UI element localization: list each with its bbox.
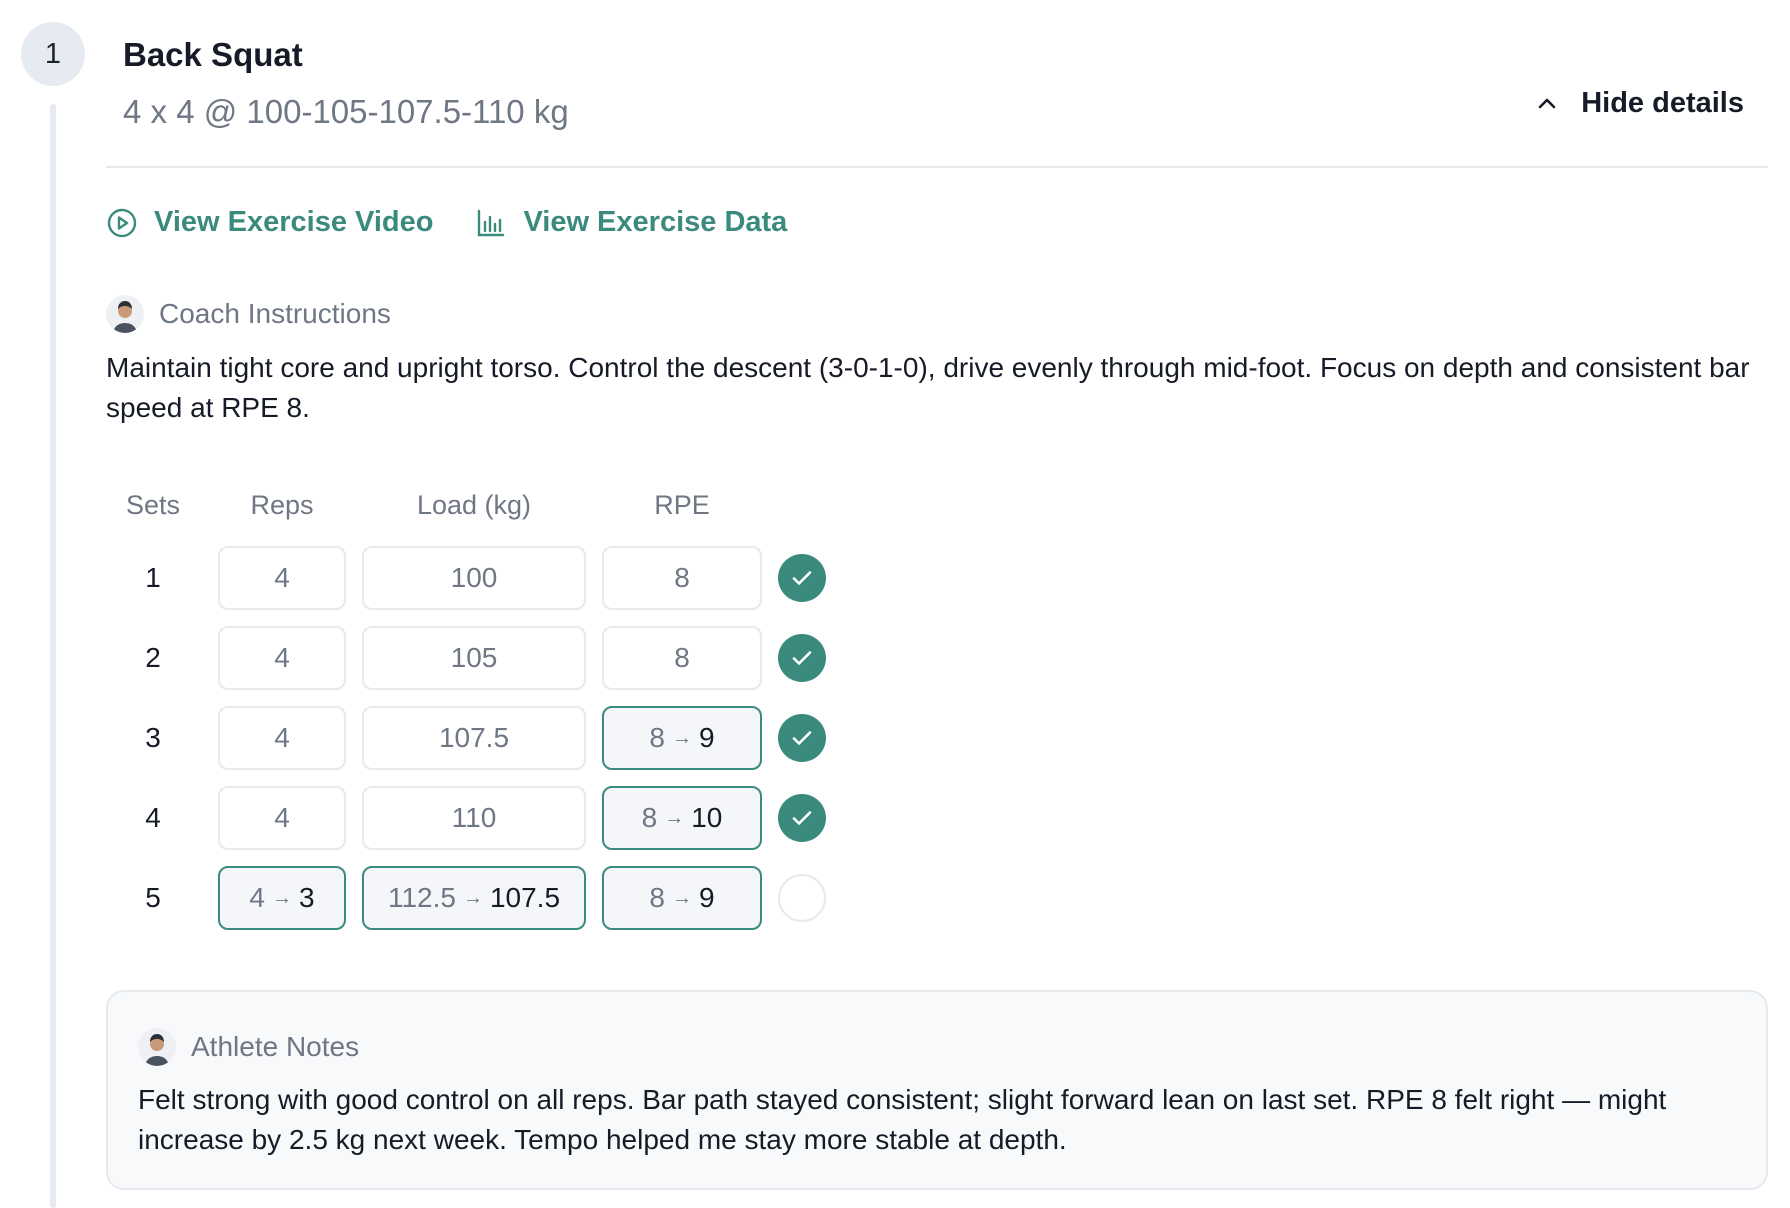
coach-instructions-header: Coach Instructions	[106, 295, 391, 333]
athlete-notes-header: Athlete Notes	[138, 1028, 359, 1066]
chevron-up-icon	[1538, 98, 1556, 108]
coach-avatar	[106, 295, 144, 333]
check-icon	[792, 731, 812, 745]
reps-input[interactable]: 4	[218, 786, 346, 850]
set-number: 2	[145, 642, 161, 673]
set-complete-toggle-empty[interactable]	[778, 874, 826, 922]
load-input[interactable]: 110	[362, 786, 586, 850]
change-arrow-icon: →	[672, 886, 692, 909]
load-value: 100	[450, 562, 498, 593]
header-rpe: RPE	[654, 490, 710, 520]
header-load: Load (kg)	[416, 490, 532, 520]
athlete-notes-text: Felt strong with good control on all rep…	[138, 1084, 1667, 1155]
reps-actual-value: 3	[299, 882, 315, 913]
coach-instructions-text: Maintain tight core and upright torso. C…	[106, 352, 1750, 423]
load-input[interactable]: 100	[362, 546, 586, 610]
load-planned-value: 112.5	[387, 882, 456, 913]
reps-value: 4	[274, 722, 290, 753]
load-value: 107.5	[438, 722, 510, 753]
set-complete-toggle[interactable]	[778, 634, 826, 682]
reps-value: 4	[274, 562, 290, 593]
view-exercise-data-link[interactable]: View Exercise Data	[475, 206, 787, 239]
check-icon	[792, 811, 812, 825]
rpe-actual-value: 9	[699, 722, 715, 753]
change-arrow-icon: →	[462, 886, 483, 909]
rpe-input[interactable]: 8	[602, 546, 762, 610]
reps-value: 4	[274, 642, 290, 673]
view-exercise-video-label: View Exercise Video	[154, 206, 434, 238]
set-number: 4	[145, 802, 161, 833]
check-icon	[792, 651, 812, 665]
change-arrow-icon: →	[664, 806, 685, 829]
coach-instructions-label: Coach Instructions	[159, 298, 391, 329]
reps-input-changed[interactable]: 4 → 3	[218, 866, 346, 930]
load-input[interactable]: 105	[362, 626, 586, 690]
rpe-planned-value: 8	[641, 802, 658, 833]
rpe-actual-value: 9	[699, 882, 715, 913]
hide-details-button[interactable]: Hide details	[1535, 87, 1744, 120]
reps-input[interactable]: 4	[218, 626, 346, 690]
exercise-links: View Exercise Video View Exercise Data	[106, 206, 787, 239]
step-number-badge: 1	[21, 22, 85, 86]
rpe-input[interactable]: 8	[602, 626, 762, 690]
check-icon	[792, 571, 812, 585]
step-rail	[50, 104, 56, 1208]
step-number: 1	[44, 37, 62, 70]
rpe-input-changed[interactable]: 8 → 10	[602, 786, 762, 850]
reps-input[interactable]: 4	[218, 546, 346, 610]
load-input-changed[interactable]: 112.5 → 107.5	[362, 866, 586, 930]
header-reps: Reps	[250, 490, 314, 520]
set-complete-toggle[interactable]	[778, 554, 826, 602]
reps-planned-value: 4	[249, 882, 265, 913]
view-exercise-video-link[interactable]: View Exercise Video	[106, 206, 433, 239]
header-sets: Sets	[125, 490, 181, 520]
set-number: 5	[145, 882, 161, 913]
set-number: 3	[145, 722, 161, 753]
load-value: 110	[451, 802, 497, 833]
view-exercise-data-label: View Exercise Data	[523, 206, 788, 238]
header-divider	[106, 166, 1768, 168]
hide-details-label: Hide details	[1581, 87, 1744, 119]
bar-chart-icon	[478, 209, 505, 236]
rpe-value: 8	[674, 642, 690, 673]
athlete-notes-card: Athlete Notes Felt strong with good cont…	[106, 990, 1768, 1190]
athlete-avatar	[138, 1028, 176, 1066]
set-number: 1	[145, 562, 161, 593]
set-complete-toggle[interactable]	[778, 794, 826, 842]
exercise-summary: 4 x 4 @ 100-105-107.5-110 kg	[123, 93, 569, 130]
exercise-title: Back Squat	[123, 36, 303, 73]
change-arrow-icon: →	[672, 726, 692, 749]
rpe-actual-value: 10	[691, 802, 723, 833]
load-value: 105	[450, 642, 498, 673]
rpe-planned-value: 8	[649, 882, 665, 913]
play-circle-icon	[107, 208, 137, 237]
rpe-planned-value: 8	[649, 722, 665, 753]
change-arrow-icon: →	[272, 886, 292, 909]
rpe-value: 8	[674, 562, 690, 593]
set-complete-toggle[interactable]	[778, 714, 826, 762]
load-input[interactable]: 107.5	[362, 706, 586, 770]
reps-value: 4	[274, 802, 290, 833]
rpe-input-changed[interactable]: 8 → 9	[602, 706, 762, 770]
rpe-input-changed[interactable]: 8 → 9	[602, 866, 762, 930]
load-actual-value: 107.5	[489, 882, 561, 913]
athlete-notes-label: Athlete Notes	[191, 1031, 360, 1062]
reps-input[interactable]: 4	[218, 706, 346, 770]
